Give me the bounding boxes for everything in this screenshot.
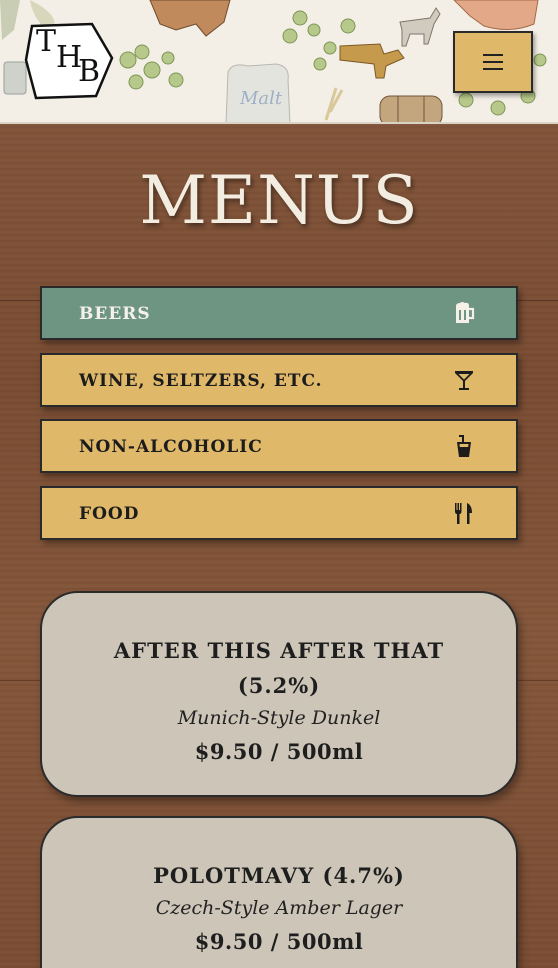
tab-label: NON-ALCOHOLIC (79, 437, 263, 457)
logo-letter-b: B (78, 54, 101, 89)
menu-item-price: $9.50 / 500ml (194, 929, 364, 954)
menu-item-card: AFTER THIS AFTER THAT (5.2%) Munich-Styl… (40, 591, 518, 797)
tab-wine-seltzers[interactable]: WINE, SELTZERS, ETC. (40, 353, 518, 407)
soda-cup-icon (457, 435, 471, 457)
fork-knife-icon (455, 503, 472, 524)
cocktail-glass-icon (455, 371, 473, 390)
tab-label: BEERS (79, 304, 151, 324)
svg-text:Malt: Malt (239, 88, 283, 109)
menu-button[interactable] (453, 31, 533, 93)
tab-non-alcoholic[interactable]: NON-ALCOHOLIC (40, 419, 518, 473)
thb-logo[interactable]: T H B (22, 20, 116, 102)
menu-item-style: Czech-Style Amber Lager (155, 897, 403, 919)
hamburger-icon (483, 54, 503, 70)
page-title: MENUS (139, 162, 419, 239)
menu-item-style: Munich-Style Dunkel (177, 707, 381, 729)
menu-item-card: POLOTMAVY (4.7%) Czech-Style Amber Lager… (40, 816, 518, 968)
beer-mug-icon (456, 302, 475, 323)
logo-letter-t: T (36, 24, 57, 59)
menu-item-name: POLOTMAVY (4.7%) (153, 863, 405, 888)
menu-item-price: $9.50 / 500ml (194, 739, 364, 764)
site-header: Malt T H B (0, 0, 558, 124)
tab-label: WINE, SELTZERS, ETC. (79, 371, 323, 391)
menu-item-name: AFTER THIS AFTER THAT (5.2%) (113, 638, 445, 698)
tab-label: FOOD (79, 504, 140, 524)
tab-food[interactable]: FOOD (40, 486, 518, 540)
tab-beers[interactable]: BEERS (40, 286, 518, 340)
